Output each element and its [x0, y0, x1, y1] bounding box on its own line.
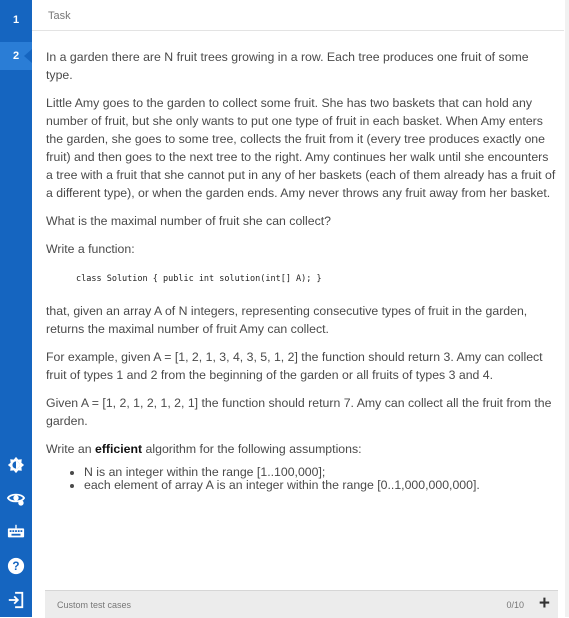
exit-icon[interactable]	[6, 590, 26, 610]
custom-test-cases-bar[interactable]: Custom test cases 0/10 +	[45, 590, 558, 618]
assumption-item: each element of array A is an integer wi…	[84, 479, 558, 492]
help-icon[interactable]: ?	[6, 556, 26, 576]
sidebar: 1 2 ?	[0, 0, 32, 617]
assumptions-intro-text: Write an	[46, 442, 95, 456]
assumptions-intro: Write an efficient algorithm for the fol…	[46, 440, 558, 458]
description-paragraph: Little Amy goes to the garden to collect…	[46, 96, 556, 200]
task-header-title: Task	[48, 10, 71, 22]
brightness-icon[interactable]	[6, 455, 26, 475]
add-test-case-button[interactable]: +	[539, 594, 550, 613]
instruction-paragraph: Write a function:	[46, 242, 135, 256]
main-panel: Task In a garden there are N fruit trees…	[32, 0, 569, 618]
custom-test-cases-label: Custom test cases	[57, 600, 132, 610]
task-header: Task	[32, 0, 564, 31]
scrollbar[interactable]	[565, 0, 569, 617]
description-paragraph: that, given an array A of N integers, re…	[46, 304, 528, 336]
task-tab-1[interactable]: 1	[0, 6, 32, 34]
svg-text:?: ?	[12, 560, 19, 573]
question-paragraph: What is the maximal number of fruit she …	[46, 214, 331, 228]
task-description: In a garden there are N fruit trees grow…	[46, 48, 558, 492]
active-task-indicator	[24, 49, 32, 63]
test-case-count: 0/10	[506, 600, 524, 610]
function-signature: class Solution { public int solution(int…	[76, 274, 322, 284]
example-paragraph: Given A = [1, 2, 1, 2, 1, 2, 1] the func…	[46, 396, 552, 428]
efficient-emphasis: efficient	[94, 442, 143, 456]
keyboard-icon[interactable]	[6, 522, 26, 542]
example-paragraph: For example, given A = [1, 2, 1, 3, 4, 3…	[46, 350, 543, 382]
assumptions-intro-text: algorithm for the following assumptions:	[142, 442, 362, 456]
eye-settings-icon[interactable]	[6, 488, 26, 508]
description-paragraph: In a garden there are N fruit trees grow…	[46, 50, 529, 82]
assumptions-list: N is an integer within the range [1..100…	[46, 466, 558, 492]
